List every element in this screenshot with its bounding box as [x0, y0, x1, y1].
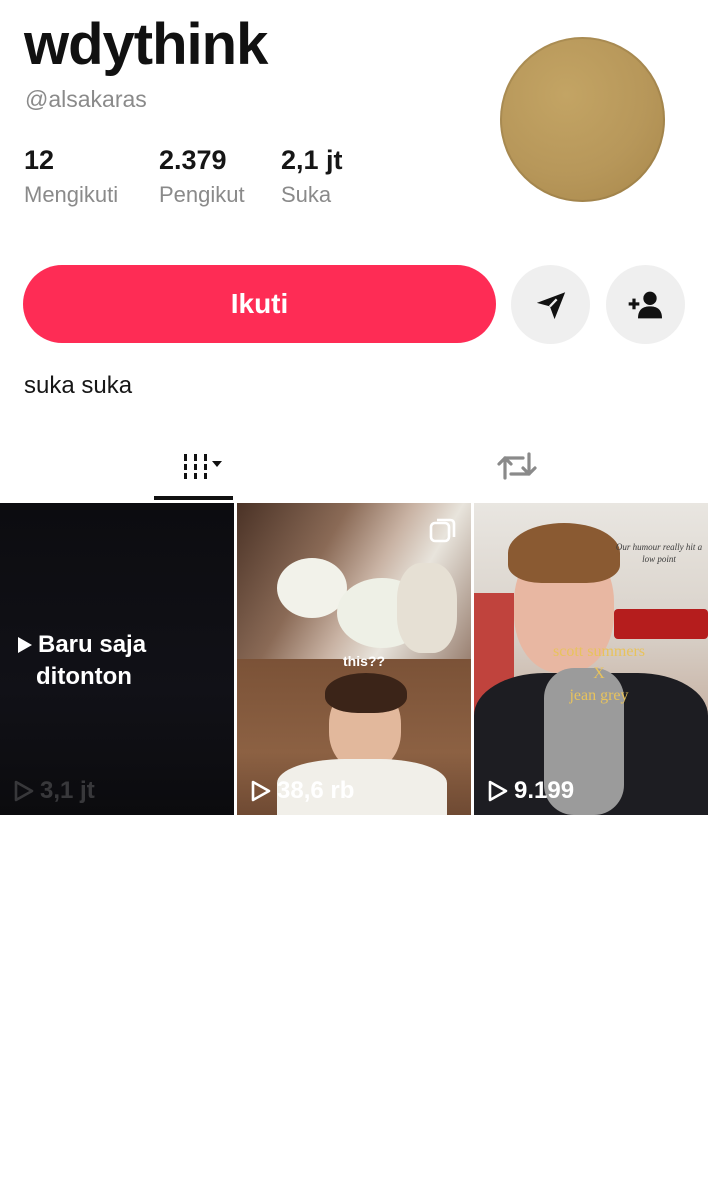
play-icon: [18, 637, 32, 653]
video-tile-1[interactable]: Baru saja ditonton 3,1 jt: [0, 503, 234, 815]
dress-shape: [397, 563, 457, 653]
stat-label: Pengikut: [159, 182, 245, 207]
view-count-value: 38,6 rb: [277, 777, 355, 804]
video-caption-mid: scott summers X jean grey: [524, 641, 674, 707]
stat-value: 12: [24, 145, 55, 175]
profile-name: wdythink: [24, 12, 268, 77]
stat-label: Suka: [281, 182, 332, 207]
view-count-value: 3,1 jt: [40, 777, 95, 804]
stat-likes[interactable]: 2,1 jt Suka: [281, 145, 343, 208]
recently-watched-line2: ditonton: [36, 663, 132, 690]
hair-shape: [508, 523, 620, 583]
play-outline-icon: [488, 780, 508, 802]
view-count-value: 9.199: [514, 777, 575, 804]
tab-videos[interactable]: [154, 436, 234, 496]
multi-photo-icon: [429, 518, 456, 543]
play-outline-icon: [14, 780, 34, 802]
chocolate-bar-shape: [614, 609, 708, 639]
profile-bio: suka suka: [24, 372, 133, 399]
caption-line: jean grey: [569, 687, 629, 704]
view-count: 38,6 rb: [251, 777, 354, 805]
stat-followers[interactable]: 2.379 Pengikut: [159, 145, 245, 208]
video-tile-2[interactable]: this?? 38,6 rb: [237, 503, 471, 815]
stat-value: 2,1 jt: [281, 145, 343, 175]
active-tab-indicator: [154, 496, 233, 500]
send-message-button[interactable]: [511, 265, 590, 344]
recently-watched-label: Baru saja ditonton: [18, 629, 146, 693]
tab-reposts[interactable]: [472, 436, 562, 496]
profile-handle: @alsakaras: [25, 86, 147, 112]
add-person-icon: [628, 291, 662, 318]
video-tile-3[interactable]: Our humour really hit a low point scott …: [474, 503, 708, 815]
video-caption: this??: [343, 653, 385, 669]
add-friend-button[interactable]: [606, 265, 685, 344]
grid-bars-icon: [184, 454, 222, 479]
caption-line: X: [593, 665, 605, 682]
view-count: 9.199: [488, 777, 574, 805]
view-count: 3,1 jt: [14, 777, 95, 805]
recently-watched-line1: Baru saja: [38, 631, 147, 658]
play-outline-icon: [251, 780, 271, 802]
hair-shape: [325, 673, 407, 713]
follow-button[interactable]: Ikuti: [23, 265, 496, 343]
avatar[interactable]: [500, 37, 665, 202]
repost-icon: [497, 452, 537, 480]
stat-value: 2.379: [159, 145, 227, 175]
paper-plane-icon: [536, 291, 565, 319]
stat-following[interactable]: 12 Mengikuti: [24, 145, 118, 208]
caption-line: scott summers: [553, 643, 645, 660]
stat-label: Mengikuti: [24, 182, 119, 207]
video-caption-top: Our humour really hit a low point: [615, 542, 703, 564]
